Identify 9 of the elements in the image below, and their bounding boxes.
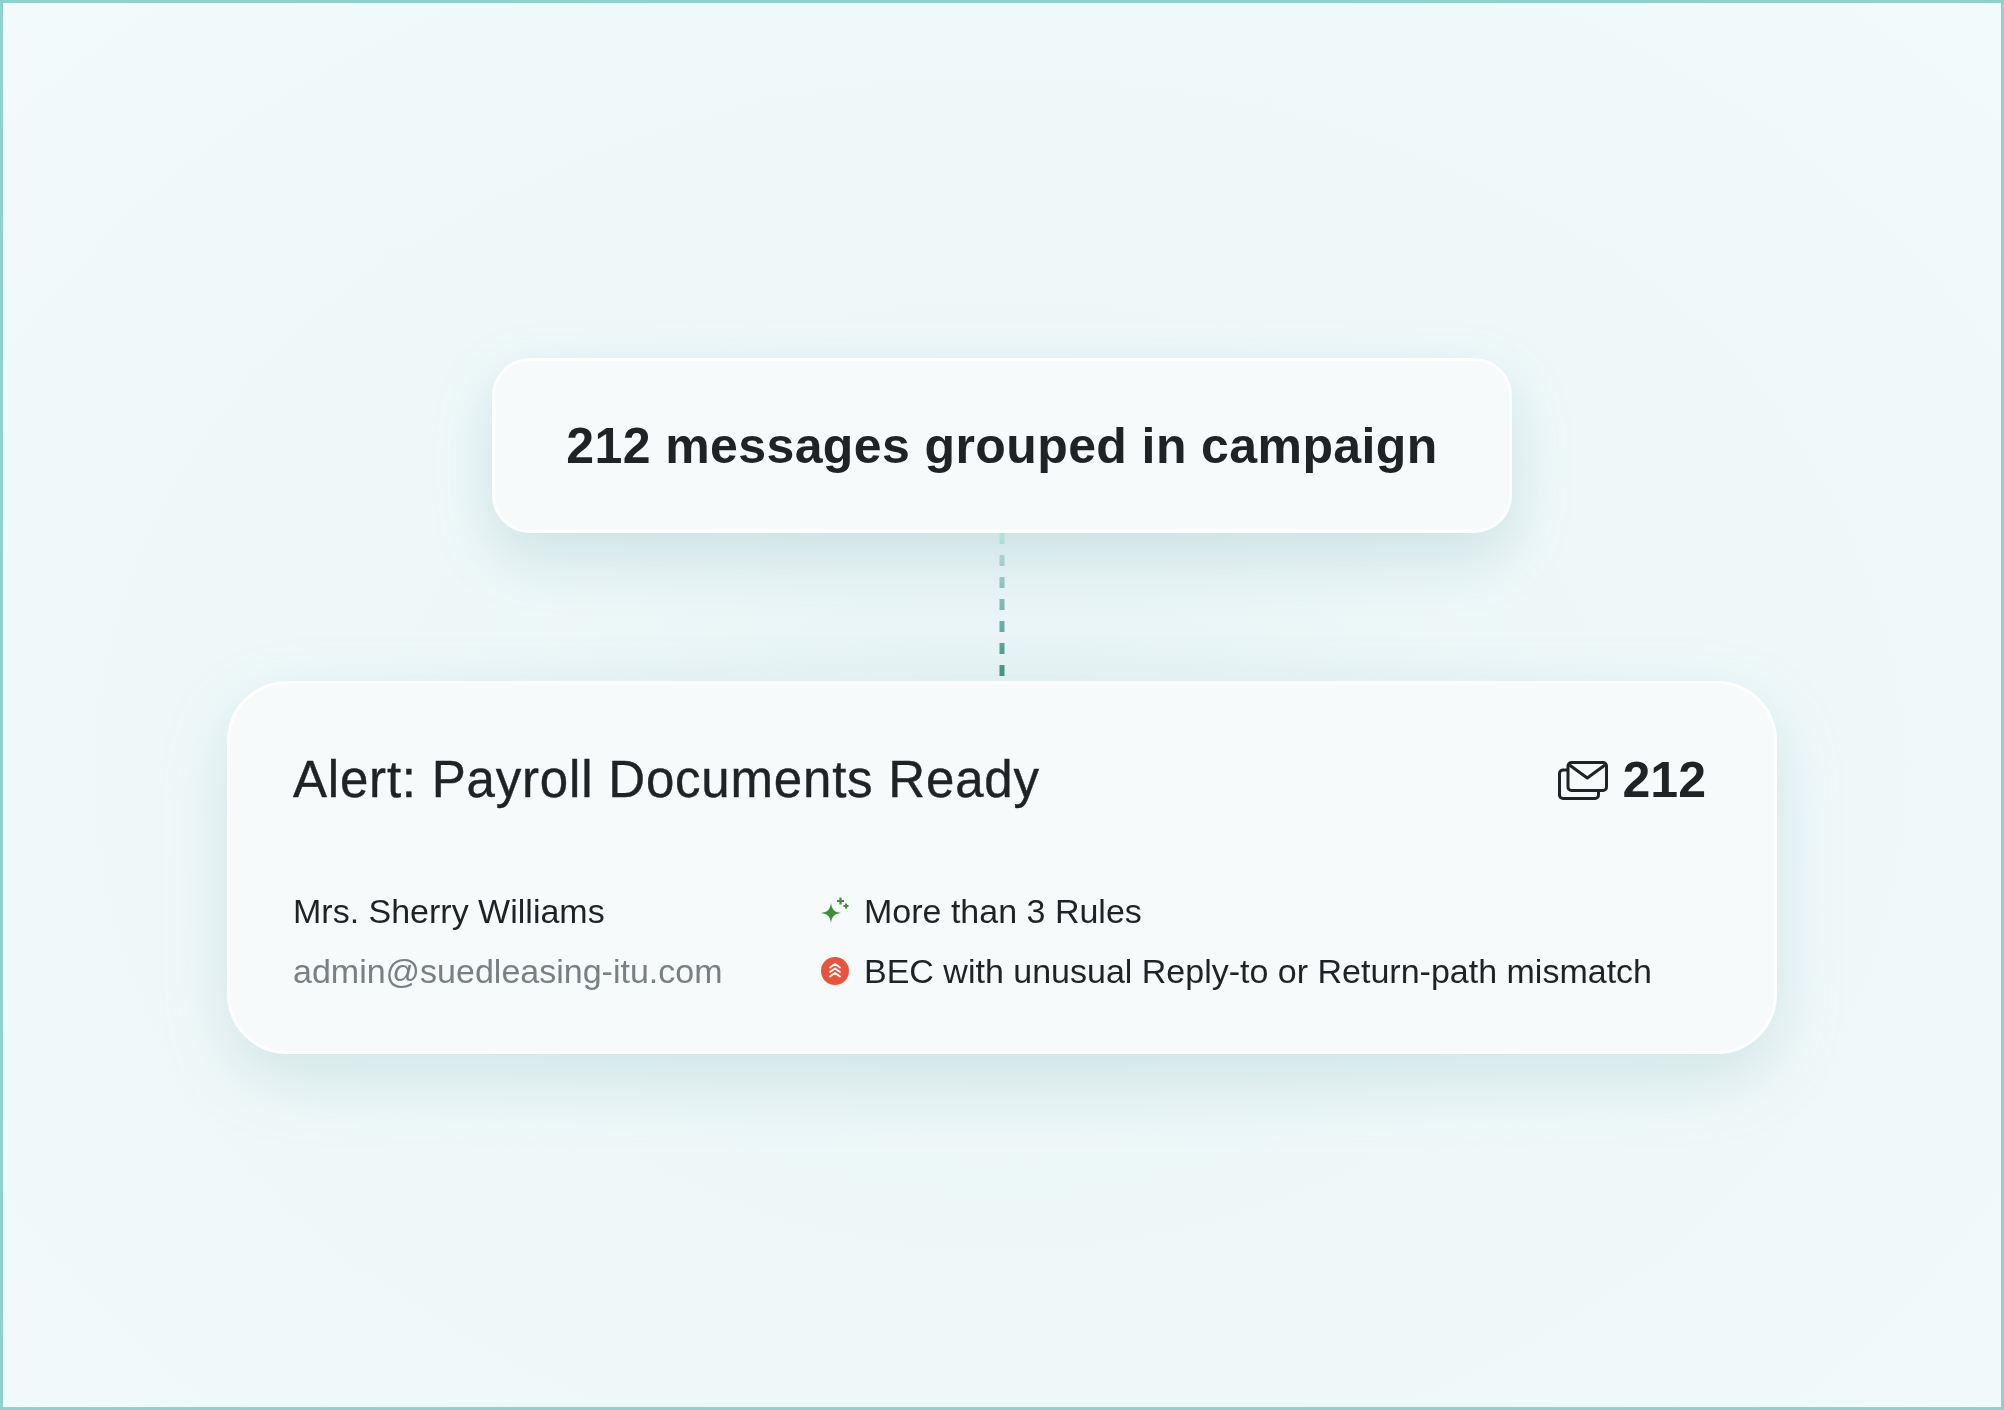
- sender-email: admin@suedleasing-itu.com: [293, 951, 724, 992]
- chevron-badge-icon: [821, 957, 849, 985]
- envelopes-icon: [1556, 759, 1609, 801]
- campaign-title: Alert: Payroll Documents Ready: [293, 750, 1040, 810]
- finding-label: More than 3 Rules: [864, 891, 1142, 932]
- summary-text: 212 messages grouped in campaign: [566, 416, 1438, 476]
- sender-name: Mrs. Sherry Williams: [293, 891, 606, 932]
- message-count: 212: [1622, 751, 1706, 810]
- finding-label: BEC with unusual Reply-to or Return-path mismatch: [864, 951, 1652, 992]
